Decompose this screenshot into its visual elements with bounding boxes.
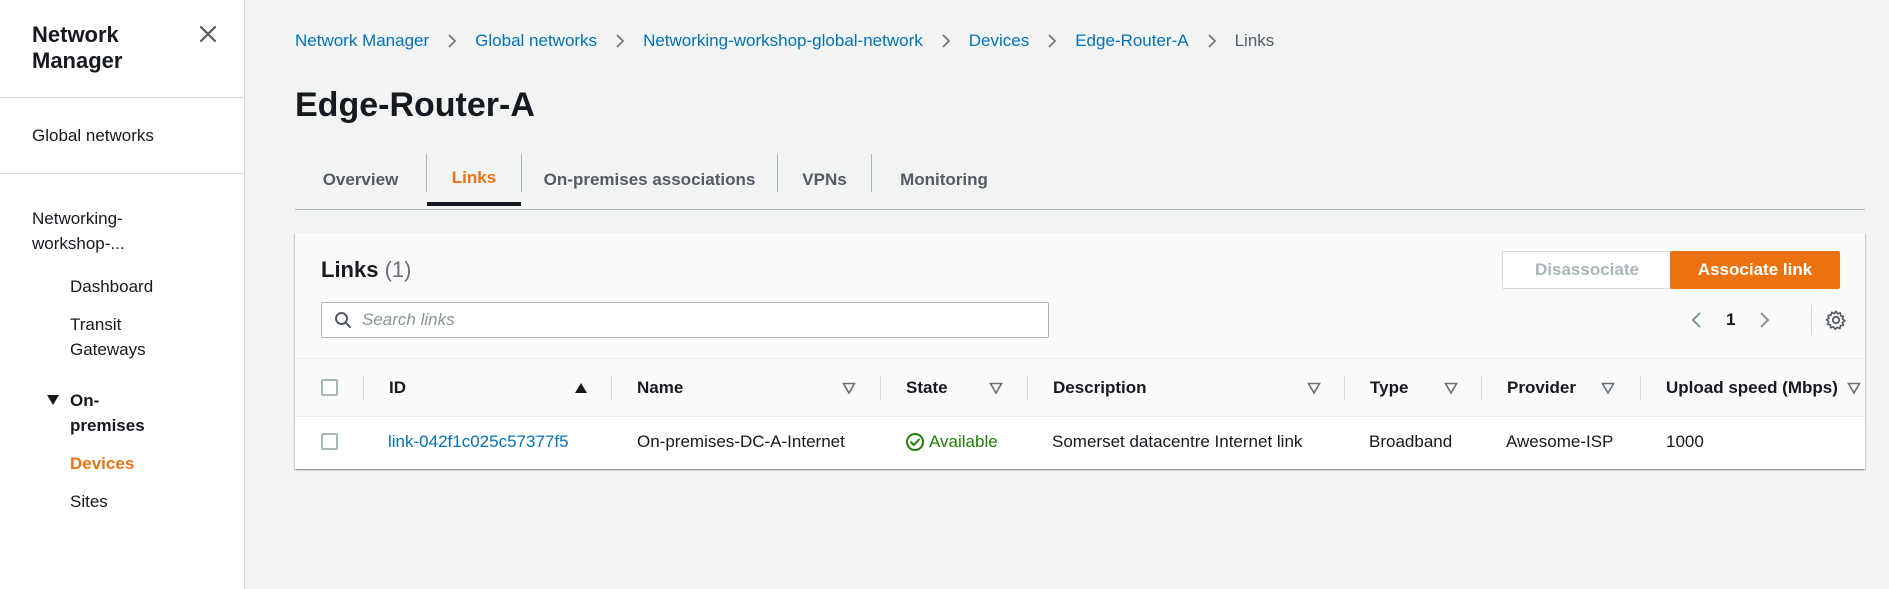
- breadcrumb-global-network[interactable]: Networking-workshop-global-network: [643, 31, 923, 51]
- column-separator: [611, 376, 612, 400]
- sort-ascending-icon[interactable]: [574, 381, 588, 395]
- link-upload-speed: 1000: [1666, 432, 1704, 451]
- tab-vpns[interactable]: VPNs: [778, 154, 871, 206]
- breadcrumb-network-manager[interactable]: Network Manager: [295, 31, 429, 51]
- breadcrumb: Network Manager Global networks Networki…: [295, 30, 1274, 52]
- column-header-upload-speed[interactable]: Upload speed (Mbps): [1666, 359, 1838, 417]
- caret-down-icon[interactable]: [46, 393, 60, 407]
- column-separator: [1027, 376, 1028, 400]
- status-text: Available: [929, 432, 998, 451]
- page-number[interactable]: 1: [1726, 310, 1735, 330]
- tab-bar: Overview Links On-premises associations …: [295, 150, 1865, 210]
- sidebar-title: Network Manager: [32, 22, 123, 73]
- sidebar-item-on-premises[interactable]: On-premises: [70, 388, 160, 438]
- sidebar-item-dashboard[interactable]: Dashboard: [70, 274, 153, 299]
- panel-title-text: Links: [321, 257, 379, 282]
- chevron-right-icon: [1048, 34, 1057, 48]
- column-separator: [1640, 376, 1641, 400]
- panel-title: Links (1): [321, 257, 411, 283]
- tab-overview[interactable]: Overview: [295, 154, 426, 206]
- close-icon[interactable]: [196, 22, 220, 46]
- column-separator: [1344, 376, 1345, 400]
- sort-icon[interactable]: [842, 381, 856, 395]
- breadcrumb-global-networks[interactable]: Global networks: [475, 31, 597, 51]
- sidebar-item-transit-gateways[interactable]: Transit Gateways: [70, 312, 180, 362]
- row-checkbox[interactable]: [321, 433, 338, 450]
- sort-icon[interactable]: [1847, 381, 1861, 395]
- tab-on-premises-associations[interactable]: On-premises associations: [522, 154, 777, 206]
- link-id[interactable]: link-042f1c025c57377f5: [388, 417, 569, 467]
- chevron-right-icon: [1208, 34, 1216, 48]
- column-header-type[interactable]: Type: [1370, 359, 1408, 417]
- breadcrumb-device[interactable]: Edge-Router-A: [1075, 31, 1188, 51]
- column-header-id[interactable]: ID: [389, 359, 406, 417]
- sidebar-item-sites[interactable]: Sites: [70, 489, 108, 514]
- link-description: Somerset datacentre Internet link: [1052, 432, 1303, 451]
- link-name: On-premises-DC-A-Internet: [637, 432, 845, 451]
- page-title: Edge-Router-A: [295, 86, 535, 124]
- associate-link-button[interactable]: Associate link: [1670, 251, 1840, 289]
- links-panel: Links (1) Disassociate Associate link 1 …: [295, 233, 1865, 469]
- gear-icon[interactable]: [1825, 309, 1847, 331]
- sidebar: Network Manager Global networks Networki…: [0, 0, 245, 589]
- disassociate-button[interactable]: Disassociate: [1502, 251, 1672, 289]
- breadcrumb-devices[interactable]: Devices: [969, 31, 1029, 51]
- sort-icon[interactable]: [1444, 381, 1458, 395]
- search-box: [321, 302, 1049, 338]
- table-header: ID Name State Description Type Provider …: [295, 359, 1865, 417]
- chevron-right-icon: [942, 34, 950, 48]
- status-badge: Available: [905, 417, 998, 467]
- panel-count: (1): [384, 257, 412, 282]
- breadcrumb-current: Links: [1234, 31, 1275, 50]
- sidebar-divider: [0, 173, 245, 174]
- check-circle-icon: [906, 433, 924, 451]
- select-all-checkbox[interactable]: [321, 379, 338, 396]
- chevron-right-icon: [448, 34, 457, 48]
- sidebar-item-global-networks[interactable]: Global networks: [32, 123, 154, 148]
- sidebar-item-network[interactable]: Networking-workshop-...: [32, 206, 162, 256]
- search-input[interactable]: [362, 303, 1042, 337]
- column-header-description[interactable]: Description: [1053, 359, 1147, 417]
- chevron-right-icon: [616, 34, 625, 48]
- pagination: 1: [1690, 305, 1771, 335]
- sort-icon[interactable]: [1601, 381, 1615, 395]
- chevron-left-icon[interactable]: [1690, 310, 1704, 330]
- column-header-name[interactable]: Name: [637, 359, 683, 417]
- column-header-state[interactable]: State: [906, 359, 948, 417]
- column-separator: [1481, 376, 1482, 400]
- tab-monitoring[interactable]: Monitoring: [872, 154, 1016, 206]
- sidebar-divider: [0, 97, 245, 98]
- sort-icon[interactable]: [989, 381, 1003, 395]
- column-header-provider[interactable]: Provider: [1507, 359, 1576, 417]
- search-icon: [335, 312, 351, 328]
- tab-links[interactable]: Links: [427, 154, 521, 206]
- sidebar-item-devices[interactable]: Devices: [70, 451, 134, 476]
- chevron-right-icon[interactable]: [1757, 310, 1771, 330]
- column-separator: [880, 376, 881, 400]
- sort-icon[interactable]: [1307, 381, 1321, 395]
- link-provider: Awesome-ISP: [1506, 432, 1614, 451]
- pagination-divider: [1811, 305, 1812, 335]
- table-row: link-042f1c025c57377f5 On-premises-DC-A-…: [295, 417, 1865, 467]
- panel-header: Links (1) Disassociate Associate link 1: [295, 233, 1865, 359]
- link-type: Broadband: [1369, 432, 1453, 451]
- column-separator: [363, 376, 364, 400]
